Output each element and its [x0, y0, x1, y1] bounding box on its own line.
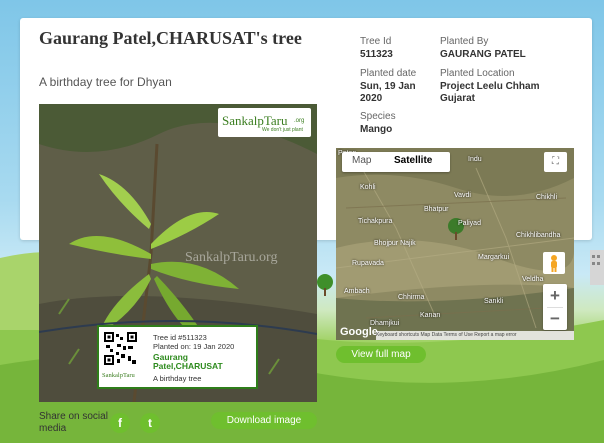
species-value: Mango: [360, 124, 393, 135]
planted-by-value: GAURANG PATEL: [440, 49, 526, 60]
map-tab[interactable]: Map: [352, 155, 371, 166]
sankalptaru-logo: SankalpTaru .org We don't just plant: [218, 108, 311, 137]
map-label: Paliyad: [458, 220, 481, 227]
species-label: Species: [360, 111, 396, 122]
map-label: Ambach: [344, 288, 370, 295]
planted-date-label: Planted date: [360, 68, 417, 79]
view-full-map-button[interactable]: View full map: [336, 346, 426, 363]
map-label: Kanan: [420, 312, 441, 319]
map-label: Indu: [468, 156, 482, 163]
tag-logo: SankalpTaru: [102, 372, 135, 379]
location-map[interactable]: Patan Kohli Vavdi Bhatpur Tichakpura Pal…: [336, 148, 574, 340]
street-view-pegman-icon[interactable]: [543, 252, 565, 274]
map-label: Kohli: [360, 184, 376, 191]
planted-location-value-project: Project Leelu Chham: [440, 81, 540, 92]
page-subtitle: A birthday tree for Dhyan: [39, 75, 172, 89]
map-label: Tichakpura: [358, 218, 393, 225]
fullscreen-icon[interactable]: ⛶: [544, 152, 567, 172]
page-title: Gaurang Patel,CHARUSAT's tree: [39, 28, 302, 48]
planted-date-value-year: 2020: [360, 93, 383, 104]
tag-occasion: A birthday tree: [153, 374, 202, 383]
google-logo: Google: [340, 326, 378, 338]
tag-planted-on: Planted on: 19 Jan 2020: [153, 342, 235, 351]
zoom-out-button[interactable]: −: [543, 308, 567, 330]
satellite-tab[interactable]: Satellite: [394, 155, 432, 166]
planted-by-label: Planted By: [440, 36, 489, 47]
map-label: Bhojpur Najik: [374, 240, 416, 247]
map-label: Rupavada: [352, 260, 384, 267]
pegman-icon: [551, 255, 557, 272]
download-image-button[interactable]: Download image: [211, 412, 317, 429]
tag-planter-name: Gaurang Patel,CHARUSAT: [153, 352, 223, 371]
map-label: Chikhlibandha: [516, 232, 561, 239]
zoom-controls: + −: [543, 284, 567, 330]
share-label: Share on social media: [39, 411, 108, 434]
sankalptaru-logo-tagline: We don't just plant: [262, 127, 303, 133]
planted-date-value-day: Sun, 19 Jan: [360, 81, 416, 92]
sankalptaru-logo-tld: .org: [294, 118, 305, 124]
tree-id-label: Tree Id: [360, 36, 392, 47]
map-type-toggle: Map Satellite: [342, 152, 450, 172]
map-label: Vavdi: [454, 192, 471, 199]
photo-watermark: SankalpTaru.org: [185, 250, 278, 265]
tree-id-value: 511323: [360, 49, 393, 60]
map-label: Margarkui: [478, 254, 510, 261]
zoom-in-button[interactable]: +: [543, 285, 567, 307]
planted-location-value-state: Gujarat: [440, 93, 476, 104]
twitter-icon[interactable]: t: [140, 413, 160, 433]
tag-tree-id: Tree id #511323: [153, 333, 207, 342]
satellite-imagery: [336, 148, 574, 340]
map-label: Chikhli: [536, 194, 558, 201]
planted-location-label: Planted Location: [440, 68, 515, 79]
facebook-icon[interactable]: f: [110, 413, 130, 433]
tree-tag-card: Tree id #511323 Planted on: 19 Jan 2020 …: [97, 325, 258, 389]
qr-code-icon: [104, 332, 137, 365]
map-attribution[interactable]: Keyboard shortcuts Map Data Terms of Use…: [376, 331, 574, 340]
map-label: Bhatpur: [424, 206, 449, 213]
map-label: Veldha: [522, 276, 544, 283]
map-label: Chhirma: [398, 294, 425, 301]
map-label: Sankli: [484, 298, 504, 305]
